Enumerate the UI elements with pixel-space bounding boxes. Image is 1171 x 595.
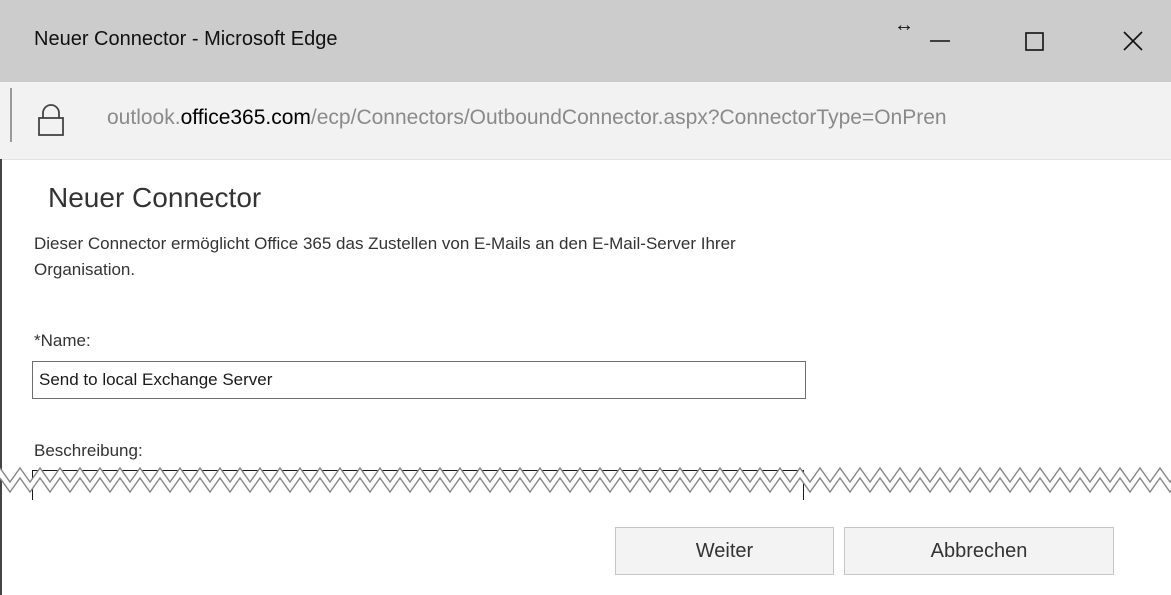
close-icon xyxy=(1123,31,1143,51)
window-titlebar: Neuer Connector - Microsoft Edge ↔ xyxy=(0,0,1171,82)
minimize-button[interactable] xyxy=(920,20,970,60)
resize-arrows-icon[interactable]: ↔ xyxy=(894,14,914,37)
maximize-button[interactable] xyxy=(1016,20,1066,60)
address-bar-divider xyxy=(10,88,12,142)
cancel-button[interactable]: Abbrechen xyxy=(844,527,1114,575)
next-button[interactable]: Weiter xyxy=(615,527,834,575)
name-input[interactable] xyxy=(32,361,806,399)
window-title: Neuer Connector - Microsoft Edge xyxy=(34,28,338,50)
url-domain: office365.com xyxy=(180,106,311,129)
minimize-icon xyxy=(930,40,950,42)
url-text[interactable]: outlook.office365.com/ecp/Connectors/Out… xyxy=(107,106,947,130)
lock-icon[interactable] xyxy=(36,103,66,142)
torn-edge-divider xyxy=(0,466,1171,494)
url-path: /ecp/Connectors/OutboundConnector.aspx?C… xyxy=(310,106,947,129)
maximize-icon xyxy=(1025,32,1044,51)
page-description: Dieser Connector ermöglicht Office 365 d… xyxy=(34,234,736,279)
name-label: *Name: xyxy=(34,331,91,350)
window-frame-edge xyxy=(0,159,2,595)
close-button[interactable] xyxy=(1112,20,1162,60)
url-prefix: outlook. xyxy=(107,106,181,129)
page-title: Neuer Connector xyxy=(48,182,262,213)
